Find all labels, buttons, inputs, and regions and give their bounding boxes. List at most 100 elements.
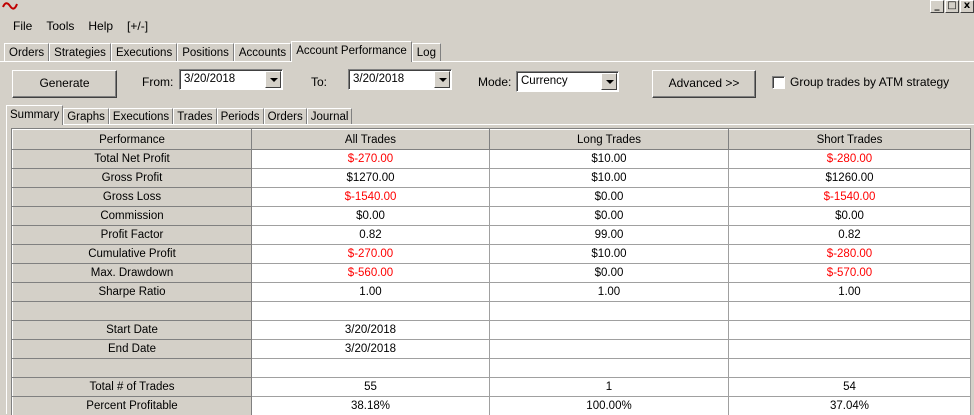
tab-executions[interactable]: Executions	[111, 43, 177, 62]
cell-long-trades	[490, 359, 729, 378]
tab-strategies[interactable]: Strategies	[49, 43, 111, 62]
cell-all-trades: $1270.00	[252, 169, 490, 188]
column-header-short-trades[interactable]: Short Trades	[729, 130, 971, 150]
toolbar: Generate From: 3/20/2018 To: 3/20/2018 M…	[0, 62, 974, 102]
to-date-picker[interactable]: 3/20/2018	[348, 69, 452, 90]
row-label: Total # of Trades	[13, 378, 252, 397]
row-label: Gross Profit	[13, 169, 252, 188]
performance-grid[interactable]: Performance All Trades Long Trades Short…	[11, 128, 971, 415]
cell-all-trades: $0.00	[252, 207, 490, 226]
chevron-down-icon[interactable]	[434, 71, 450, 88]
column-header-all-trades[interactable]: All Trades	[252, 130, 490, 150]
chevron-down-icon[interactable]	[601, 73, 617, 90]
title-bar: _ □ x	[0, 0, 974, 14]
menu-help[interactable]: Help	[81, 19, 120, 33]
cell-short-trades: 54	[729, 378, 971, 397]
table-row[interactable]	[13, 302, 971, 321]
cell-all-trades: $-1540.00	[252, 188, 490, 207]
tab-orders[interactable]: Orders	[4, 43, 49, 62]
window-controls: _ □ x	[930, 0, 974, 13]
tab-periods[interactable]: Periods	[217, 108, 264, 125]
cell-long-trades	[490, 321, 729, 340]
cell-short-trades: $-280.00	[729, 150, 971, 169]
main-tab-strip: Orders Strategies Executions Positions A…	[4, 41, 441, 62]
cell-short-trades: $-1540.00	[729, 188, 971, 207]
tab-executions-sub[interactable]: Executions	[109, 108, 173, 125]
close-button[interactable]: x	[960, 0, 974, 13]
table-row[interactable]: Profit Factor0.8299.000.82	[13, 226, 971, 245]
cell-all-trades	[252, 302, 490, 321]
tab-positions[interactable]: Positions	[177, 43, 234, 62]
cell-short-trades	[729, 359, 971, 378]
table-row[interactable]: Max. Drawdown$-560.00$0.00$-570.00	[13, 264, 971, 283]
chevron-down-icon[interactable]	[265, 71, 281, 88]
tab-orders-sub[interactable]: Orders	[264, 108, 307, 125]
cell-long-trades: $10.00	[490, 245, 729, 264]
column-header-long-trades[interactable]: Long Trades	[490, 130, 729, 150]
from-label: From:	[142, 75, 173, 89]
summary-panel: Performance All Trades Long Trades Short…	[6, 124, 974, 414]
generate-button[interactable]: Generate	[12, 70, 117, 98]
cell-long-trades: $0.00	[490, 264, 729, 283]
table-body: Total Net Profit$-270.00$10.00$-280.00Gr…	[13, 150, 971, 415]
cell-long-trades: 99.00	[490, 226, 729, 245]
from-date-picker[interactable]: 3/20/2018	[179, 69, 283, 90]
mode-select[interactable]: Currency	[516, 71, 619, 92]
tab-summary[interactable]: Summary	[6, 105, 63, 125]
table-row[interactable]: Percent Profitable38.18%100.00%37.04%	[13, 397, 971, 415]
app-logo-icon	[2, 0, 18, 12]
tab-log[interactable]: Log	[412, 43, 441, 62]
cell-all-trades	[252, 359, 490, 378]
column-header-performance[interactable]: Performance	[13, 130, 252, 150]
table-row[interactable]: Gross Loss$-1540.00$0.00$-1540.00	[13, 188, 971, 207]
mode-label: Mode:	[478, 75, 511, 89]
cell-short-trades: $-570.00	[729, 264, 971, 283]
to-date-value: 3/20/2018	[353, 73, 404, 85]
table-row[interactable]: Start Date3/20/2018	[13, 321, 971, 340]
from-date-value: 3/20/2018	[184, 73, 235, 85]
row-label: Sharpe Ratio	[13, 283, 252, 302]
table-row[interactable]: End Date3/20/2018	[13, 340, 971, 359]
table-row[interactable]: Cumulative Profit$-270.00$10.00$-280.00	[13, 245, 971, 264]
menu-bar: File Tools Help [+/-]	[0, 14, 974, 38]
row-label: Gross Loss	[13, 188, 252, 207]
menu-file[interactable]: File	[6, 19, 39, 33]
restore-button[interactable]: □	[945, 0, 959, 13]
row-label	[13, 359, 252, 378]
cell-long-trades	[490, 302, 729, 321]
cell-all-trades: $-270.00	[252, 245, 490, 264]
table-row[interactable]	[13, 359, 971, 378]
tab-graphs[interactable]: Graphs	[63, 108, 109, 125]
table-row[interactable]: Gross Profit$1270.00$10.00$1260.00	[13, 169, 971, 188]
table-row[interactable]: Total Net Profit$-270.00$10.00$-280.00	[13, 150, 971, 169]
group-trades-checkbox[interactable]	[772, 76, 785, 89]
header-row: Performance All Trades Long Trades Short…	[13, 130, 971, 150]
cell-short-trades: 37.04%	[729, 397, 971, 415]
cell-all-trades: 55	[252, 378, 490, 397]
cell-long-trades: $0.00	[490, 188, 729, 207]
row-label: Percent Profitable	[13, 397, 252, 415]
performance-table: Performance All Trades Long Trades Short…	[12, 129, 971, 415]
tab-account-performance[interactable]: Account Performance	[291, 41, 412, 62]
table-row[interactable]: Sharpe Ratio1.001.001.00	[13, 283, 971, 302]
row-label: Start Date	[13, 321, 252, 340]
tab-accounts[interactable]: Accounts	[234, 43, 291, 62]
tab-journal[interactable]: Journal	[307, 108, 353, 125]
row-label	[13, 302, 252, 321]
cell-all-trades: 3/20/2018	[252, 321, 490, 340]
cell-short-trades	[729, 321, 971, 340]
cell-long-trades	[490, 340, 729, 359]
table-row[interactable]: Commission$0.00$0.00$0.00	[13, 207, 971, 226]
cell-short-trades	[729, 340, 971, 359]
cell-all-trades: $-270.00	[252, 150, 490, 169]
advanced-button[interactable]: Advanced >>	[652, 70, 756, 98]
row-label: Max. Drawdown	[13, 264, 252, 283]
tab-trades[interactable]: Trades	[173, 108, 216, 125]
menu-toggle[interactable]: [+/-]	[120, 19, 155, 33]
cell-short-trades: 1.00	[729, 283, 971, 302]
row-label: Cumulative Profit	[13, 245, 252, 264]
table-row[interactable]: Total # of Trades55154	[13, 378, 971, 397]
menu-tools[interactable]: Tools	[39, 19, 81, 33]
minimize-button[interactable]: _	[930, 0, 944, 13]
cell-all-trades: 3/20/2018	[252, 340, 490, 359]
